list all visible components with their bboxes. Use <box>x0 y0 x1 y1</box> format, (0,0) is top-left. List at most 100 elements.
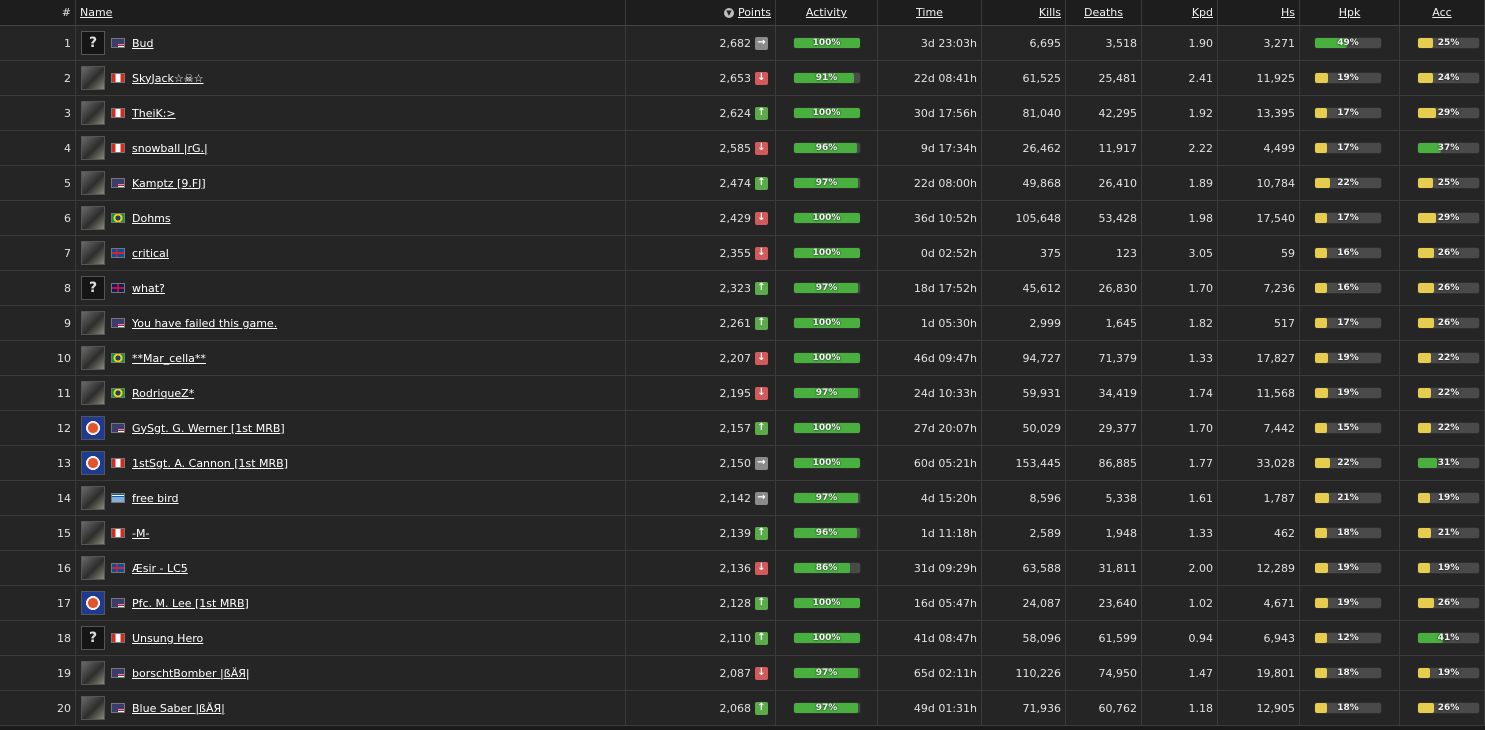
player-name-link[interactable]: Æsir - LC5 <box>132 562 188 575</box>
player-name-link[interactable]: You have failed this game. <box>132 317 277 330</box>
kills-cell: 8,596 <box>982 481 1066 516</box>
kills-cell: 24,087 <box>982 586 1066 621</box>
sort-kpd-link[interactable]: Kpd <box>1192 6 1213 19</box>
acc-bar: 29% <box>1417 212 1480 224</box>
activity-cell: 86% <box>776 551 878 586</box>
col-kpd-header[interactable]: Kpd <box>1142 0 1218 26</box>
player-name-link[interactable]: -M- <box>132 527 149 540</box>
acc-bar: 22% <box>1417 352 1480 364</box>
country-flag-icon <box>111 248 125 258</box>
player-name-link[interactable]: RodriqueZ* <box>132 387 194 400</box>
trend-up-icon: ↑ <box>755 421 768 435</box>
country-flag-icon <box>111 178 125 188</box>
col-deaths-header[interactable]: Deaths <box>1066 0 1142 26</box>
sort-hpk-link[interactable]: Hpk <box>1339 6 1361 19</box>
trend-up-icon: ↑ <box>755 596 768 610</box>
hpk-cell: 16% <box>1300 236 1400 271</box>
deaths-cell: 31,811 <box>1066 551 1142 586</box>
acc-bar: 26% <box>1417 282 1480 294</box>
hpk-bar: 22% <box>1314 457 1382 469</box>
player-name-link[interactable]: SkyJack☆☠☆ <box>132 72 203 85</box>
hpk-cell: 19% <box>1300 341 1400 376</box>
player-name-link[interactable]: free bird <box>132 492 179 505</box>
col-hs-header[interactable]: Hs <box>1218 0 1300 26</box>
kpd-cell: 1.82 <box>1142 306 1218 341</box>
player-name-link[interactable]: 1stSgt. A. Cannon [1st MRB] <box>132 457 288 470</box>
col-kills-header[interactable]: Kills <box>982 0 1066 26</box>
player-name-link[interactable]: snowball |rG.| <box>132 142 208 155</box>
avatar[interactable] <box>81 486 105 510</box>
player-name-link[interactable]: TheiK:> <box>132 107 176 120</box>
player-name-link[interactable]: Pfc. M. Lee [1st MRB] <box>132 597 249 610</box>
avatar[interactable] <box>81 661 105 685</box>
player-name-link[interactable]: Unsung Hero <box>132 632 203 645</box>
player-name-link[interactable]: borschtBomber |ßÄЯ| <box>132 667 250 680</box>
deaths-cell: 86,885 <box>1066 446 1142 481</box>
player-name-link[interactable]: Blue Saber |ßÄЯ| <box>132 702 225 715</box>
kpd-cell: 1.61 <box>1142 481 1218 516</box>
avatar[interactable] <box>81 171 105 195</box>
sort-hs-link[interactable]: Hs <box>1281 6 1295 19</box>
kpd-cell: 1.98 <box>1142 201 1218 236</box>
avatar[interactable] <box>81 416 105 440</box>
col-hpk-header[interactable]: Hpk <box>1300 0 1400 26</box>
sort-name-link[interactable]: Name <box>80 6 112 19</box>
hpk-cell: 19% <box>1300 586 1400 621</box>
player-name-link[interactable]: GySgt. G. Werner [1st MRB] <box>132 422 285 435</box>
kills-cell: 105,648 <box>982 201 1066 236</box>
avatar[interactable] <box>81 451 105 475</box>
avatar[interactable]: ? <box>81 626 105 650</box>
player-name-link[interactable]: what? <box>132 282 165 295</box>
avatar[interactable] <box>81 311 105 335</box>
country-flag-icon <box>111 423 125 433</box>
points-cell: 2,068 ↑ <box>626 691 776 726</box>
name-cell: 1stSgt. A. Cannon [1st MRB] <box>76 446 626 481</box>
avatar[interactable] <box>81 556 105 580</box>
avatar[interactable] <box>81 206 105 230</box>
avatar[interactable] <box>81 66 105 90</box>
name-cell: free bird <box>76 481 626 516</box>
avatar[interactable] <box>81 521 105 545</box>
player-name-link[interactable]: critical <box>132 247 169 260</box>
sort-kills-link[interactable]: Kills <box>1039 6 1061 19</box>
avatar[interactable] <box>81 136 105 160</box>
sort-time-link[interactable]: Time <box>916 6 943 19</box>
trend-same-icon: → <box>755 456 768 470</box>
player-name-link[interactable]: Bud <box>132 37 154 50</box>
activity-bar: 97% <box>792 177 861 189</box>
col-time-header[interactable]: Time <box>878 0 982 26</box>
avatar[interactable] <box>81 346 105 370</box>
player-name-link[interactable]: Dohms <box>132 212 171 225</box>
activity-cell: 100% <box>776 586 878 621</box>
kpd-cell: 1.18 <box>1142 691 1218 726</box>
col-points-header[interactable]: ▼ Points <box>626 0 776 26</box>
player-name-link[interactable]: Kamptz [9.FJ] <box>132 177 206 190</box>
avatar[interactable]: ? <box>81 31 105 55</box>
avatar[interactable]: ? <box>81 276 105 300</box>
sort-deaths-link[interactable]: Deaths <box>1084 6 1123 19</box>
hpk-bar: 19% <box>1314 597 1382 609</box>
kills-cell: 59,931 <box>982 376 1066 411</box>
points-cell: 2,150 → <box>626 446 776 481</box>
name-cell: critical <box>76 236 626 271</box>
time-cell: 1d 11:18h <box>878 516 982 551</box>
points-cell: 2,624 ↑ <box>626 96 776 131</box>
avatar[interactable] <box>81 381 105 405</box>
sort-acc-link[interactable]: Acc <box>1432 6 1451 19</box>
avatar[interactable] <box>81 241 105 265</box>
col-name-header[interactable]: Name <box>76 0 626 26</box>
name-cell: ? what? <box>76 271 626 306</box>
avatar[interactable] <box>81 591 105 615</box>
avatar[interactable] <box>81 696 105 720</box>
points-cell: 2,110 ↑ <box>626 621 776 656</box>
hpk-cell: 17% <box>1300 96 1400 131</box>
player-name-link[interactable]: **Mar_cella** <box>132 352 206 365</box>
sort-activity-link[interactable]: Activity <box>806 6 847 19</box>
col-acc-header[interactable]: Acc <box>1400 0 1485 26</box>
sort-points-link[interactable]: Points <box>738 6 771 19</box>
kpd-cell: 1.33 <box>1142 341 1218 376</box>
rank-cell: 9 <box>0 306 76 341</box>
col-activity-header[interactable]: Activity <box>776 0 878 26</box>
avatar[interactable] <box>81 101 105 125</box>
kpd-cell: 0.94 <box>1142 621 1218 656</box>
